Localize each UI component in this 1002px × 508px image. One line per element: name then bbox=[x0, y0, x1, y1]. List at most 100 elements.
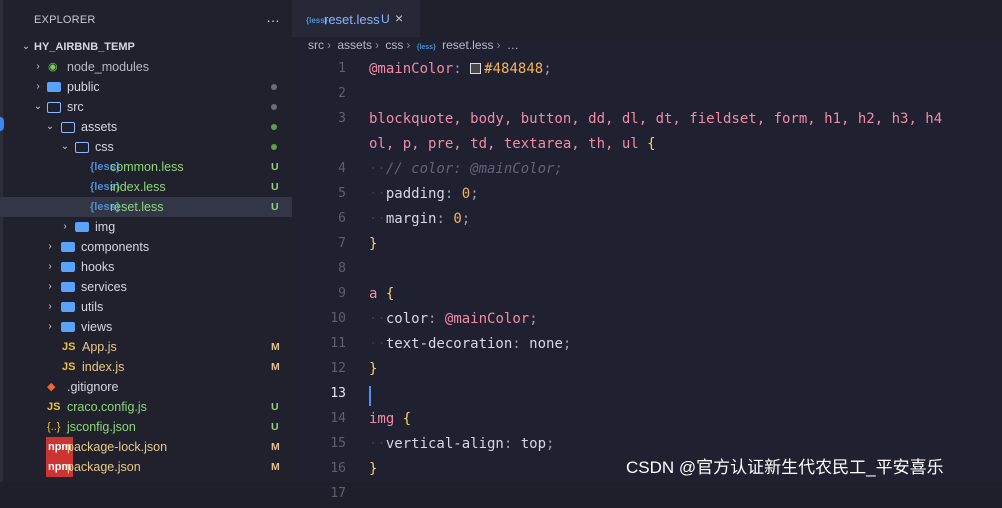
code-line-wrap: ol, p, pre, td, textarea, th, ul { bbox=[292, 133, 1002, 158]
tree-item-components[interactable]: › components bbox=[0, 237, 292, 257]
tree-item-common-less[interactable]: {less} common.less U bbox=[0, 157, 292, 177]
tree-item-gitignore[interactable]: ◆ .gitignore bbox=[0, 377, 292, 397]
code-line: 8 bbox=[292, 258, 1002, 283]
watermark-text: CSDN @官方认证新生代农民工_平安喜乐 bbox=[626, 458, 944, 477]
git-icon: ◆ bbox=[47, 381, 56, 393]
chevron-down-icon: ⌄ bbox=[60, 141, 70, 152]
tree-item-src[interactable]: ⌄ src bbox=[0, 97, 292, 117]
explorer-sidebar: EXPLORER … ⌄ HY_AIRBNB_TEMP › ◉ node_mod… bbox=[0, 0, 293, 482]
line-number: 10 bbox=[330, 311, 346, 326]
code-token: ; bbox=[543, 61, 552, 77]
code-line: 3 blockquote, body, button, dd, dl, dt, … bbox=[292, 108, 1002, 133]
code-line: 9 a { bbox=[292, 283, 1002, 308]
less-file-icon: {less} bbox=[416, 44, 436, 51]
code-token: color bbox=[385, 311, 429, 327]
status-dot bbox=[271, 104, 277, 110]
chevron-right-icon: › bbox=[48, 261, 52, 272]
folder-open-icon bbox=[47, 102, 61, 113]
code-token: a bbox=[369, 286, 378, 302]
code-token: 0 bbox=[461, 186, 471, 202]
tree-item-package-json[interactable]: npm package.json M bbox=[0, 457, 292, 477]
breadcrumb-item[interactable]: assets bbox=[337, 38, 372, 52]
folder-icon bbox=[47, 82, 61, 92]
line-number: 2 bbox=[338, 86, 346, 101]
breadcrumb-item[interactable]: css bbox=[385, 38, 403, 52]
code-line: 17 bbox=[292, 483, 1002, 508]
code-line: 7 } bbox=[292, 233, 1002, 258]
folder-icon bbox=[75, 222, 89, 232]
code-token: } bbox=[369, 361, 378, 377]
tree-item-label: package.json bbox=[67, 460, 141, 474]
tree-item-label: craco.config.js bbox=[67, 400, 147, 414]
breadcrumb-item[interactable]: … bbox=[507, 38, 519, 52]
tree-item-index-less[interactable]: {less} index.less U bbox=[0, 177, 292, 197]
tree-item-node_modules[interactable]: › ◉ node_modules bbox=[0, 57, 292, 77]
tree-item-jsconfig[interactable]: {..} jsconfig.json U bbox=[0, 417, 292, 437]
line-number: 3 bbox=[338, 111, 346, 126]
tree-item-index-js[interactable]: JS index.js M bbox=[0, 357, 292, 377]
color-swatch-icon[interactable] bbox=[470, 63, 482, 74]
git-status-badge: U bbox=[271, 421, 279, 433]
js-file-icon: JS bbox=[62, 341, 76, 353]
code-token: } bbox=[369, 236, 378, 252]
chevron-down-icon: ⌄ bbox=[21, 41, 31, 52]
tree-item-package-lock[interactable]: npm package-lock.json M bbox=[0, 437, 292, 457]
tree-item-craco-config[interactable]: JS craco.config.js U bbox=[0, 397, 292, 417]
code-token: img bbox=[369, 411, 395, 427]
line-number: 7 bbox=[338, 236, 346, 251]
code-editor[interactable]: 1 @mainColor: #484848; 2 3 blockquote, b… bbox=[292, 58, 1002, 508]
root-folder-label: HY_AIRBNB_TEMP bbox=[34, 41, 135, 53]
chevron-right-icon: › bbox=[63, 221, 67, 232]
tree-item-label: package-lock.json bbox=[67, 440, 168, 454]
folder-icon bbox=[61, 262, 75, 272]
folder-icon bbox=[61, 242, 75, 252]
breadcrumb-item[interactable]: reset.less bbox=[442, 38, 493, 52]
code-text: @mainColor: #484848; bbox=[369, 61, 552, 77]
js-file-icon: JS bbox=[47, 401, 61, 413]
line-number: 15 bbox=[330, 436, 346, 451]
tree-item-img[interactable]: › img bbox=[0, 217, 292, 237]
line-number: 5 bbox=[338, 186, 346, 201]
tree-item-label: services bbox=[81, 280, 127, 294]
chevron-right-icon: › bbox=[48, 321, 52, 332]
line-number: 6 bbox=[338, 211, 346, 226]
git-status-badge: U bbox=[271, 181, 279, 193]
tree-item-public[interactable]: › public bbox=[0, 77, 292, 97]
text-cursor bbox=[369, 386, 371, 406]
line-number: 14 bbox=[330, 411, 346, 426]
chevron-right-icon: › bbox=[36, 81, 40, 92]
chevron-right-icon: › bbox=[36, 61, 40, 72]
status-dot bbox=[271, 144, 277, 150]
tab-reset-less[interactable]: {less} reset.less U × bbox=[292, 0, 420, 37]
tree-item-label: utils bbox=[81, 300, 104, 314]
breadcrumb-item[interactable]: src bbox=[308, 38, 324, 52]
line-number: 11 bbox=[330, 336, 346, 351]
tree-item-label: App.js bbox=[82, 340, 117, 354]
tree-item-label: common.less bbox=[110, 160, 184, 174]
git-status-badge: U bbox=[271, 161, 279, 173]
tree-item-label: .gitignore bbox=[67, 380, 119, 394]
code-token: blockquote, body, button, dd, dl, dt, fi… bbox=[369, 111, 943, 127]
tree-item-css[interactable]: ⌄ css bbox=[0, 137, 292, 157]
code-token: top bbox=[520, 436, 547, 452]
tree-root-folder[interactable]: ⌄ HY_AIRBNB_TEMP bbox=[0, 37, 292, 57]
folder-icon bbox=[61, 322, 75, 332]
tree-item-utils[interactable]: › utils bbox=[0, 297, 292, 317]
vscode-window: EXPLORER … ⌄ HY_AIRBNB_TEMP › ◉ node_mod… bbox=[0, 0, 1002, 501]
tree-item-assets[interactable]: ⌄ assets bbox=[0, 117, 292, 137]
more-actions-icon[interactable]: … bbox=[266, 9, 281, 25]
chevron-right-icon: › bbox=[406, 38, 411, 52]
tree-item-views[interactable]: › views bbox=[0, 317, 292, 337]
chevron-right-icon: › bbox=[496, 38, 501, 52]
close-icon[interactable]: × bbox=[395, 10, 403, 26]
git-status-badge: M bbox=[271, 341, 280, 353]
tree-item-hooks[interactable]: › hooks bbox=[0, 257, 292, 277]
git-status-badge: M bbox=[271, 361, 280, 373]
code-token: { bbox=[385, 286, 395, 302]
tree-item-label: jsconfig.json bbox=[67, 420, 136, 434]
tree-item-app-js[interactable]: JS App.js M bbox=[0, 337, 292, 357]
tree-item-services[interactable]: › services bbox=[0, 277, 292, 297]
tree-item-reset-less[interactable]: {less} reset.less U bbox=[0, 197, 292, 217]
git-status-badge: M bbox=[271, 441, 280, 453]
line-number: 13 bbox=[330, 386, 346, 401]
